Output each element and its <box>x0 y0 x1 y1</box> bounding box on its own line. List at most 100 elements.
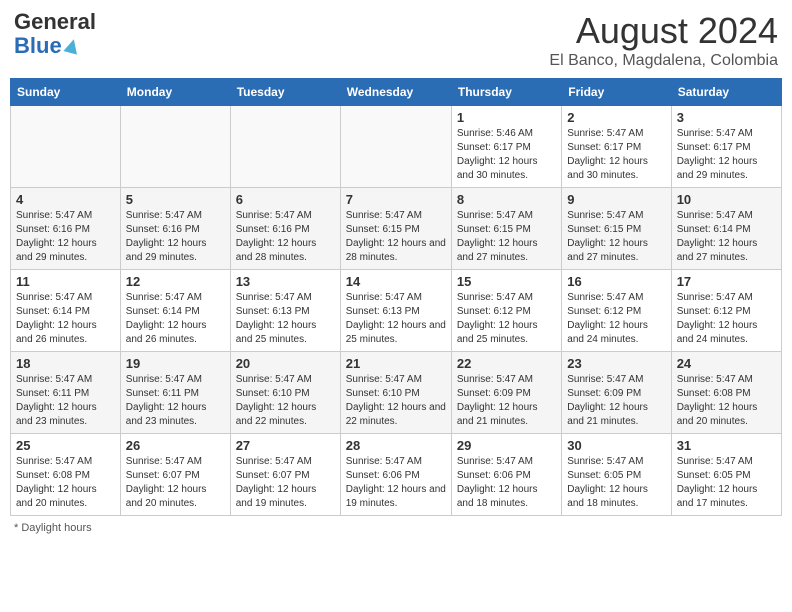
day-info: Sunrise: 5:47 AM Sunset: 6:13 PM Dayligh… <box>236 291 335 347</box>
logo: General Blue <box>14 10 96 58</box>
table-row: 1Sunrise: 5:46 AM Sunset: 6:17 PM Daylig… <box>451 106 561 188</box>
table-row: 3 Sunrise: 5:47 AM Sunset: 6:17 PM Daylig… <box>671 106 781 188</box>
day-number: 29 <box>457 438 556 453</box>
day-info: Sunrise: 5:47 AM Sunset: 6:10 PM Dayligh… <box>236 373 335 429</box>
footer-note: * Daylight hours <box>10 522 782 534</box>
day-info: Sunrise: 5:47 AM Sunset: 6:14 PM Dayligh… <box>126 291 225 347</box>
month-year-title: August 2024 <box>549 10 778 52</box>
table-row: 5Sunrise: 5:47 AM Sunset: 6:16 PM Daylig… <box>120 188 230 270</box>
title-area: August 2024 El Banco, Magdalena, Colombi… <box>549 10 778 70</box>
col-header-monday: Monday <box>120 79 230 106</box>
table-row: 27Sunrise: 5:47 AM Sunset: 6:07 PM Dayli… <box>230 434 340 516</box>
day-number: 21 <box>346 356 446 371</box>
table-row: 11 Sunrise: 5:47 AM Sunset: 6:14 PM Dayli… <box>11 270 121 352</box>
day-info: Sunrise: 5:47 AM Sunset: 6:11 PM Dayligh… <box>126 373 225 429</box>
table-row: 10Sunrise: 5:47 AM Sunset: 6:14 PM Dayli… <box>671 188 781 270</box>
logo-blue-text: Blue <box>14 34 62 58</box>
day-info: Sunrise: 5:47 AM Sunset: 6:15 PM Dayligh… <box>567 209 665 265</box>
calendar-table: Sunday Monday Tuesday Wednesday Thursday… <box>10 78 782 516</box>
day-number: 16 <box>567 274 665 289</box>
day-info: Sunrise: 5:47 AM Sunset: 6:16 PM Dayligh… <box>236 209 335 265</box>
day-info: Sunrise: 5:47 AM Sunset: 6:06 PM Dayligh… <box>346 455 446 511</box>
day-number: 26 <box>126 438 225 453</box>
day-info: Sunrise: 5:47 AM Sunset: 6:17 PM Dayligh… <box>567 127 665 183</box>
day-info: Sunrise: 5:47 AM Sunset: 6:14 PM Dayligh… <box>16 291 115 347</box>
day-info: Sunrise: 5:46 AM Sunset: 6:17 PM Dayligh… <box>457 127 556 183</box>
day-info: Sunrise: 5:47 AM Sunset: 6:08 PM Dayligh… <box>677 373 776 429</box>
day-number: 7 <box>346 192 446 207</box>
col-header-friday: Friday <box>562 79 671 106</box>
col-header-sunday: Sunday <box>11 79 121 106</box>
calendar-week-row: 1Sunrise: 5:46 AM Sunset: 6:17 PM Daylig… <box>11 106 782 188</box>
table-row: 18 Sunrise: 5:47 AM Sunset: 6:11 PM Dayli… <box>11 352 121 434</box>
table-row: 31Sunrise: 5:47 AM Sunset: 6:05 PM Dayli… <box>671 434 781 516</box>
table-row <box>11 106 121 188</box>
day-number: 25 <box>16 438 115 453</box>
table-row: 7Sunrise: 5:47 AM Sunset: 6:15 PM Daylig… <box>340 188 451 270</box>
table-row: 8Sunrise: 5:47 AM Sunset: 6:15 PM Daylig… <box>451 188 561 270</box>
header: General Blue August 2024 El Banco, Magda… <box>10 10 782 70</box>
table-row: 16Sunrise: 5:47 AM Sunset: 6:12 PM Dayli… <box>562 270 671 352</box>
day-info: Sunrise: 5:47 AM Sunset: 6:09 PM Dayligh… <box>567 373 665 429</box>
table-row: 6 Sunrise: 5:47 AM Sunset: 6:16 PM Daylig… <box>230 188 340 270</box>
table-row <box>120 106 230 188</box>
day-number: 28 <box>346 438 446 453</box>
table-row: 4Sunrise: 5:47 AM Sunset: 6:16 PM Daylig… <box>11 188 121 270</box>
logo-triangle-icon <box>63 38 80 55</box>
day-info: Sunrise: 5:47 AM Sunset: 6:05 PM Dayligh… <box>677 455 776 511</box>
day-info: Sunrise: 5:47 AM Sunset: 6:12 PM Dayligh… <box>677 291 776 347</box>
table-row: 2 Sunrise: 5:47 AM Sunset: 6:17 PM Daylig… <box>562 106 671 188</box>
table-row: 21Sunrise: 5:47 AM Sunset: 6:10 PM Dayli… <box>340 352 451 434</box>
table-row: 29 Sunrise: 5:47 AM Sunset: 6:06 PM Dayli… <box>451 434 561 516</box>
table-row: 15 Sunrise: 5:47 AM Sunset: 6:12 PM Dayli… <box>451 270 561 352</box>
day-number: 22 <box>457 356 556 371</box>
day-number: 13 <box>236 274 335 289</box>
calendar-header-row: Sunday Monday Tuesday Wednesday Thursday… <box>11 79 782 106</box>
day-number: 19 <box>126 356 225 371</box>
day-number: 17 <box>677 274 776 289</box>
table-row: 19 Sunrise: 5:47 AM Sunset: 6:11 PM Dayli… <box>120 352 230 434</box>
day-info: Sunrise: 5:47 AM Sunset: 6:14 PM Dayligh… <box>677 209 776 265</box>
table-row <box>230 106 340 188</box>
calendar-week-row: 11 Sunrise: 5:47 AM Sunset: 6:14 PM Dayli… <box>11 270 782 352</box>
table-row: 28 Sunrise: 5:47 AM Sunset: 6:06 PM Dayli… <box>340 434 451 516</box>
day-info: Sunrise: 5:47 AM Sunset: 6:05 PM Dayligh… <box>567 455 665 511</box>
day-number: 6 <box>236 192 335 207</box>
day-info: Sunrise: 5:47 AM Sunset: 6:07 PM Dayligh… <box>236 455 335 511</box>
day-info: Sunrise: 5:47 AM Sunset: 6:13 PM Dayligh… <box>346 291 446 347</box>
day-info: Sunrise: 5:47 AM Sunset: 6:16 PM Dayligh… <box>16 209 115 265</box>
day-number: 3 <box>677 110 776 125</box>
day-number: 2 <box>567 110 665 125</box>
day-info: Sunrise: 5:47 AM Sunset: 6:11 PM Dayligh… <box>16 373 115 429</box>
day-info: Sunrise: 5:47 AM Sunset: 6:06 PM Dayligh… <box>457 455 556 511</box>
day-number: 8 <box>457 192 556 207</box>
footer-note-text: Daylight hours <box>21 522 91 534</box>
day-number: 15 <box>457 274 556 289</box>
table-row: 13 Sunrise: 5:47 AM Sunset: 6:13 PM Dayli… <box>230 270 340 352</box>
day-number: 9 <box>567 192 665 207</box>
day-info: Sunrise: 5:47 AM Sunset: 6:08 PM Dayligh… <box>16 455 115 511</box>
logo-general-text: General <box>14 10 96 34</box>
day-number: 23 <box>567 356 665 371</box>
day-number: 12 <box>126 274 225 289</box>
table-row: 25 Sunrise: 5:47 AM Sunset: 6:08 PM Dayli… <box>11 434 121 516</box>
day-number: 14 <box>346 274 446 289</box>
table-row: 17 Sunrise: 5:47 AM Sunset: 6:12 PM Dayli… <box>671 270 781 352</box>
day-info: Sunrise: 5:47 AM Sunset: 6:17 PM Dayligh… <box>677 127 776 183</box>
calendar-week-row: 4Sunrise: 5:47 AM Sunset: 6:16 PM Daylig… <box>11 188 782 270</box>
day-info: Sunrise: 5:47 AM Sunset: 6:16 PM Dayligh… <box>126 209 225 265</box>
col-header-tuesday: Tuesday <box>230 79 340 106</box>
col-header-thursday: Thursday <box>451 79 561 106</box>
day-number: 18 <box>16 356 115 371</box>
day-number: 20 <box>236 356 335 371</box>
location-subtitle: El Banco, Magdalena, Colombia <box>549 52 778 70</box>
table-row: 20 Sunrise: 5:47 AM Sunset: 6:10 PM Dayli… <box>230 352 340 434</box>
table-row: 26Sunrise: 5:47 AM Sunset: 6:07 PM Dayli… <box>120 434 230 516</box>
day-number: 30 <box>567 438 665 453</box>
table-row: 24Sunrise: 5:47 AM Sunset: 6:08 PM Dayli… <box>671 352 781 434</box>
day-number: 11 <box>16 274 115 289</box>
table-row: 23 Sunrise: 5:47 AM Sunset: 6:09 PM Dayli… <box>562 352 671 434</box>
calendar-week-row: 18 Sunrise: 5:47 AM Sunset: 6:11 PM Dayli… <box>11 352 782 434</box>
day-info: Sunrise: 5:47 AM Sunset: 6:09 PM Dayligh… <box>457 373 556 429</box>
day-info: Sunrise: 5:47 AM Sunset: 6:12 PM Dayligh… <box>457 291 556 347</box>
